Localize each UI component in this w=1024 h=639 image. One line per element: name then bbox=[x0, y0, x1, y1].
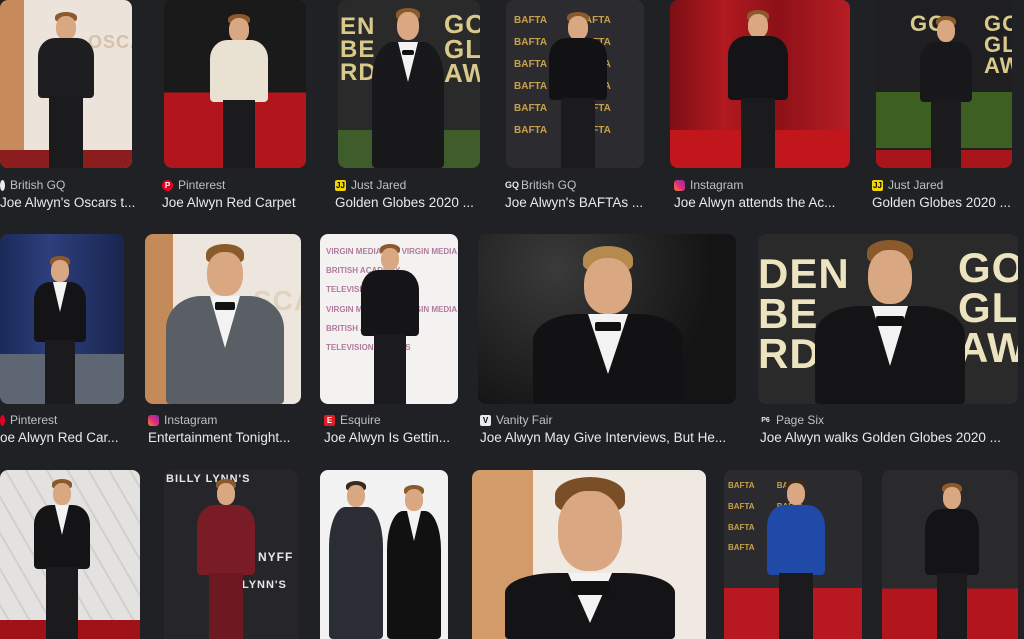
person-figure bbox=[36, 8, 96, 168]
result-caption-6[interactable]: JJ Just Jared Golden Globes 2020 ... bbox=[872, 178, 1018, 218]
result-image-3[interactable]: EN BE RDS GO GL AW bbox=[338, 0, 480, 168]
result-caption-5[interactable]: Instagram Joe Alwyn attends the Ac... bbox=[674, 178, 846, 218]
person-figure bbox=[209, 8, 269, 168]
esquire-icon: E bbox=[324, 414, 335, 426]
result-image-13[interactable]: BILLY LYNN'S NYFF LYNN'S bbox=[164, 470, 298, 639]
pinterest-icon bbox=[0, 414, 5, 426]
result-source: Esquire bbox=[340, 413, 381, 427]
person-figure bbox=[919, 10, 973, 168]
just-jared-icon: JJ bbox=[872, 179, 883, 191]
person-figure bbox=[505, 477, 675, 639]
result-image-5[interactable] bbox=[670, 0, 850, 168]
result-image-12[interactable] bbox=[0, 470, 140, 639]
result-source: Pinterest bbox=[10, 413, 58, 427]
result-caption-7[interactable]: Pinterest oe Alwyn Red Car... bbox=[0, 413, 128, 453]
golden-globes-sign-text-right: GO GL AW bbox=[984, 11, 1012, 78]
result-image-2[interactable] bbox=[164, 0, 306, 168]
golden-globes-right-text: GO GL AW bbox=[958, 244, 1018, 371]
result-title[interactable]: Joe Alwyn walks Golden Globes 2020 ... bbox=[760, 430, 1018, 445]
person-figure-right bbox=[386, 479, 442, 639]
result-caption-3[interactable]: JJ Just Jared Golden Globes 2020 ... bbox=[335, 178, 481, 218]
person-figure bbox=[33, 242, 87, 404]
result-caption-1[interactable]: British GQ Joe Alwyn's Oscars t... bbox=[0, 178, 136, 218]
person-figure bbox=[33, 477, 91, 639]
pinterest-icon: P bbox=[162, 179, 173, 191]
result-image-15[interactable] bbox=[472, 470, 706, 639]
result-title[interactable]: oe Alwyn Red Car... bbox=[0, 430, 128, 445]
person-figure bbox=[196, 475, 256, 639]
result-image-9[interactable]: VIRGIN MEDIA VIRGIN MEDIA BRITISH ACADEMY… bbox=[320, 234, 458, 404]
person-figure bbox=[548, 8, 608, 168]
result-image-16[interactable]: BAFTA BAFTA BAFTA BAFTA BAFTA BAFTA BAFTA B… bbox=[724, 470, 862, 639]
instagram-icon bbox=[674, 179, 685, 191]
person-figure bbox=[924, 479, 980, 639]
person-figure bbox=[815, 240, 965, 404]
person-figure bbox=[766, 475, 826, 639]
result-source: Just Jared bbox=[888, 178, 944, 192]
result-title[interactable]: Golden Globes 2020 ... bbox=[335, 195, 481, 210]
result-title[interactable]: Golden Globes 2020 ... bbox=[872, 195, 1018, 210]
result-image-4[interactable]: BAFTA BAFTABAFTA BAFTABAFTA BAFTABAFTA B… bbox=[506, 0, 644, 168]
result-title[interactable]: Joe Alwyn's BAFTAs ... bbox=[505, 195, 651, 210]
result-caption-10[interactable]: V Vanity Fair Joe Alwyn May Give Intervie… bbox=[480, 413, 736, 453]
result-source: Page Six bbox=[776, 413, 825, 427]
person-figure bbox=[727, 6, 789, 168]
result-source: Just Jared bbox=[351, 178, 407, 192]
instagram-icon bbox=[148, 414, 159, 426]
result-source: Pinterest bbox=[178, 178, 226, 192]
result-title[interactable]: Joe Alwyn's Oscars t... bbox=[0, 195, 136, 210]
person-figure bbox=[372, 4, 444, 168]
result-title[interactable]: Joe Alwyn attends the Ac... bbox=[674, 195, 846, 210]
nyff-poster-text: NYFF bbox=[258, 550, 294, 564]
result-image-8[interactable]: SCA bbox=[145, 234, 301, 404]
result-source: Vanity Fair bbox=[496, 413, 553, 427]
just-jared-icon: JJ bbox=[335, 179, 346, 191]
result-image-10[interactable] bbox=[478, 234, 736, 404]
result-source: Instagram bbox=[690, 178, 744, 192]
result-image-11[interactable]: DEN BE RDS GO GL AW bbox=[758, 234, 1018, 404]
result-source: British GQ bbox=[521, 178, 577, 192]
result-caption-8[interactable]: Instagram Entertainment Tonight... bbox=[148, 413, 302, 453]
person-figure bbox=[166, 240, 284, 404]
person-figure-left bbox=[328, 479, 384, 639]
person-figure bbox=[533, 244, 683, 404]
result-title[interactable]: Joe Alwyn Is Gettin... bbox=[324, 430, 458, 445]
result-image-7[interactable] bbox=[0, 234, 124, 404]
result-title[interactable]: Entertainment Tonight... bbox=[148, 430, 302, 445]
result-title[interactable]: Joe Alwyn May Give Interviews, But He... bbox=[480, 430, 736, 445]
result-image-6[interactable]: GO GO GL AW bbox=[876, 0, 1012, 168]
result-caption-2[interactable]: P Pinterest Joe Alwyn Red Carpet bbox=[162, 178, 308, 218]
golden-globes-right-text: GO GL AW bbox=[444, 9, 480, 89]
gq-icon: GQ bbox=[505, 179, 520, 190]
result-source: Instagram bbox=[164, 413, 218, 427]
vanity-fair-icon: V bbox=[480, 414, 491, 426]
result-image-14[interactable] bbox=[320, 470, 448, 639]
person-figure bbox=[360, 240, 420, 404]
result-caption-9[interactable]: E Esquire Joe Alwyn Is Gettin... bbox=[324, 413, 458, 453]
result-caption-4[interactable]: GQ British GQ Joe Alwyn's BAFTAs ... bbox=[505, 178, 651, 218]
gq-icon bbox=[0, 179, 5, 191]
result-caption-11[interactable]: P6 Page Six Joe Alwyn walks Golden Globes… bbox=[760, 413, 1018, 453]
page-six-icon: P6 bbox=[761, 416, 770, 424]
result-source: British GQ bbox=[10, 178, 66, 192]
result-image-17[interactable] bbox=[882, 470, 1018, 639]
result-image-1[interactable]: OSCARS bbox=[0, 0, 132, 168]
result-title[interactable]: Joe Alwyn Red Carpet bbox=[162, 195, 308, 210]
